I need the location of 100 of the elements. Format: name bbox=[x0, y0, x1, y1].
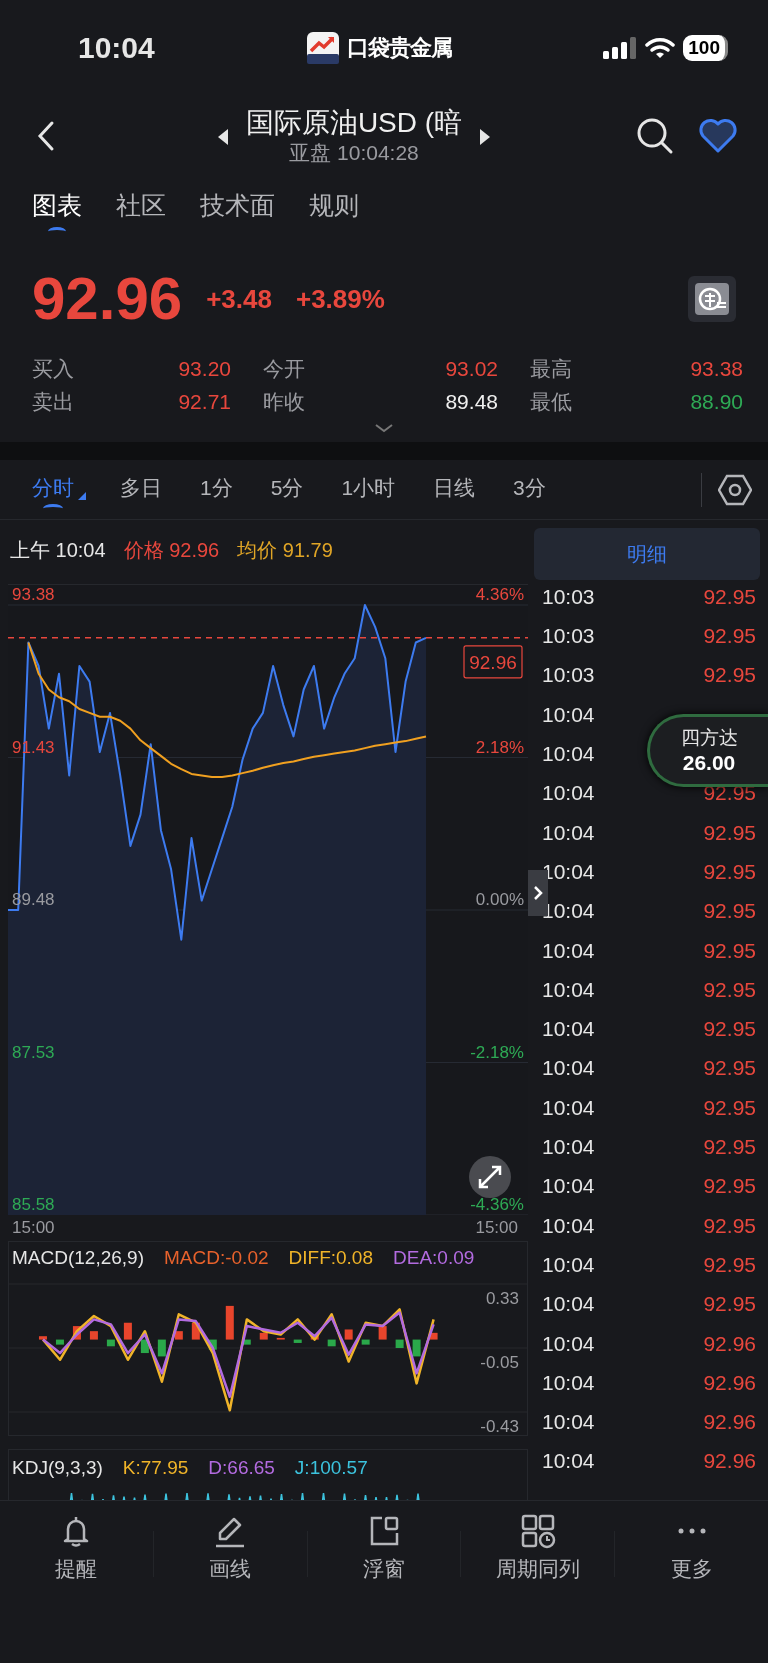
percent-label: -2.18% bbox=[470, 1042, 524, 1062]
toolbar-button[interactable]: 更多 bbox=[615, 1501, 768, 1586]
tab[interactable]: 社区 bbox=[106, 181, 176, 239]
tab[interactable]: 技术面 bbox=[190, 181, 285, 239]
period-tab[interactable]: 1小时 bbox=[331, 463, 406, 516]
tab[interactable]: 图表 bbox=[22, 181, 92, 239]
signal-icon bbox=[603, 36, 638, 59]
axis-label: 85.58 bbox=[12, 1195, 55, 1214]
percent-change: +3.89% bbox=[295, 282, 385, 316]
trade-price: 92.95 bbox=[703, 1134, 756, 1161]
trade-price: 92.96 bbox=[703, 1448, 756, 1475]
trade-time: 10:04 bbox=[542, 1409, 595, 1436]
stat-value: 93.02 bbox=[445, 356, 498, 382]
status-time: 10:04 bbox=[78, 30, 155, 66]
axis-label: 87.53 bbox=[12, 1042, 55, 1062]
period-tab[interactable]: 3分 bbox=[503, 463, 556, 516]
favorite-button[interactable] bbox=[698, 118, 738, 154]
axis-label: -0.43 bbox=[480, 1417, 519, 1434]
trade-price: 92.95 bbox=[703, 1291, 756, 1318]
axis-label: 93.38 bbox=[12, 585, 55, 604]
detail-tab[interactable]: 明细 bbox=[534, 528, 760, 580]
period-tab[interactable]: 5分 bbox=[260, 463, 314, 516]
trade-time: 10:03 bbox=[542, 583, 595, 610]
trade-time: 10:04 bbox=[542, 741, 595, 768]
trade-price: 92.96 bbox=[703, 1409, 756, 1436]
toolbar-button[interactable]: 提醒 bbox=[0, 1501, 153, 1586]
settings-button[interactable] bbox=[718, 473, 752, 506]
axis-label: 0.33 bbox=[485, 1289, 519, 1308]
logo-icon bbox=[306, 31, 339, 64]
trade-time: 10:03 bbox=[542, 662, 595, 689]
trade-price: 92.95 bbox=[703, 1016, 756, 1043]
percent-label: -4.36% bbox=[470, 1195, 524, 1214]
trade-time: 10:04 bbox=[542, 780, 595, 807]
stat-label: 最低 bbox=[530, 389, 572, 415]
trade-time: 10:04 bbox=[542, 1448, 595, 1475]
trade-time: 10:04 bbox=[542, 976, 595, 1003]
trade-time: 10:04 bbox=[542, 1291, 595, 1318]
trade-time: 10:04 bbox=[542, 1369, 595, 1396]
trade-time: 10:04 bbox=[542, 701, 595, 728]
trade-price: 92.95 bbox=[703, 662, 756, 689]
chevron-down-icon bbox=[374, 423, 394, 433]
badge-name: 四方达 bbox=[680, 725, 738, 750]
trade-time: 10:04 bbox=[542, 1212, 595, 1239]
period-tab[interactable]: 多日 bbox=[110, 463, 172, 516]
stat-label: 卖出 bbox=[32, 389, 74, 415]
trade-time: 10:04 bbox=[542, 1134, 595, 1161]
trade-price: 92.95 bbox=[703, 1212, 756, 1239]
tab[interactable]: 规则 bbox=[299, 181, 369, 239]
stat-value: 93.38 bbox=[690, 356, 743, 382]
trade-time: 10:04 bbox=[542, 819, 595, 846]
stat-value: 93.20 bbox=[178, 356, 231, 382]
trade-price: 92.95 bbox=[703, 819, 756, 846]
trade-time: 10:04 bbox=[542, 1251, 595, 1278]
toolbar-button[interactable]: 浮窗 bbox=[307, 1501, 461, 1586]
price-change: +3.48 bbox=[206, 282, 272, 316]
indicator-reading: MACD:-0.02 bbox=[164, 1245, 269, 1270]
stat-value: 88.90 bbox=[690, 389, 743, 415]
more-icon bbox=[677, 1528, 706, 1534]
battery-indicator: 100 bbox=[683, 34, 728, 61]
percent-label: 0.00% bbox=[475, 890, 524, 909]
indicator-reading: D:66.65 bbox=[208, 1455, 275, 1480]
trade-price: 92.95 bbox=[703, 937, 756, 964]
indicator-reading: K:77.95 bbox=[122, 1455, 189, 1480]
indicator-reading: J:100.57 bbox=[294, 1455, 368, 1480]
coin-swap-icon bbox=[695, 283, 729, 315]
trade-price: 92.95 bbox=[703, 858, 756, 885]
trade-price: 92.95 bbox=[703, 1251, 756, 1278]
percent-label: 4.36% bbox=[475, 585, 524, 604]
toolbar-button[interactable]: 画线 bbox=[153, 1501, 307, 1586]
axis-label: 15:00 bbox=[475, 1217, 518, 1239]
chart-reading: 价格 92.96 bbox=[123, 538, 220, 563]
trade-price: 92.95 bbox=[703, 1173, 756, 1200]
trade-price: 92.95 bbox=[703, 976, 756, 1003]
chart-reading: 上午 10:04 bbox=[10, 538, 106, 563]
toolbar-button[interactable]: 周期同列 bbox=[461, 1501, 615, 1586]
trade-price: 92.96 bbox=[703, 1369, 756, 1396]
page-title: 国际原油USD (暗 bbox=[245, 106, 463, 140]
floating-badge[interactable]: 四方达 26.00 bbox=[647, 714, 768, 787]
exchange-button[interactable] bbox=[688, 276, 736, 322]
stat-label: 今开 bbox=[263, 356, 305, 382]
indicator-reading: DIFF:0.08 bbox=[288, 1245, 373, 1270]
trade-time: 10:04 bbox=[542, 1094, 595, 1121]
logo-text: 口袋贵金属 bbox=[346, 34, 452, 62]
wifi-icon bbox=[645, 36, 676, 59]
grid-clock-icon bbox=[519, 1513, 556, 1549]
expand-button[interactable] bbox=[469, 1156, 511, 1198]
stat-label: 昨收 bbox=[263, 389, 305, 415]
period-tab[interactable]: 分时 bbox=[22, 463, 92, 516]
chart-reading: 均价 91.79 bbox=[237, 538, 333, 563]
stat-label: 最高 bbox=[530, 356, 572, 382]
back-button[interactable] bbox=[36, 120, 56, 152]
stat-value: 92.71 bbox=[178, 389, 231, 415]
price-tag: 92.96 bbox=[463, 645, 523, 679]
chevron-right-icon bbox=[533, 885, 543, 901]
period-tab[interactable]: 日线 bbox=[423, 463, 486, 516]
indicator-title: MACD(12,26,9) bbox=[12, 1245, 144, 1270]
period-tab[interactable]: 1分 bbox=[190, 463, 243, 516]
stat-value: 89.48 bbox=[445, 389, 498, 415]
trade-price: 92.95 bbox=[703, 1094, 756, 1121]
search-button[interactable] bbox=[636, 117, 674, 155]
